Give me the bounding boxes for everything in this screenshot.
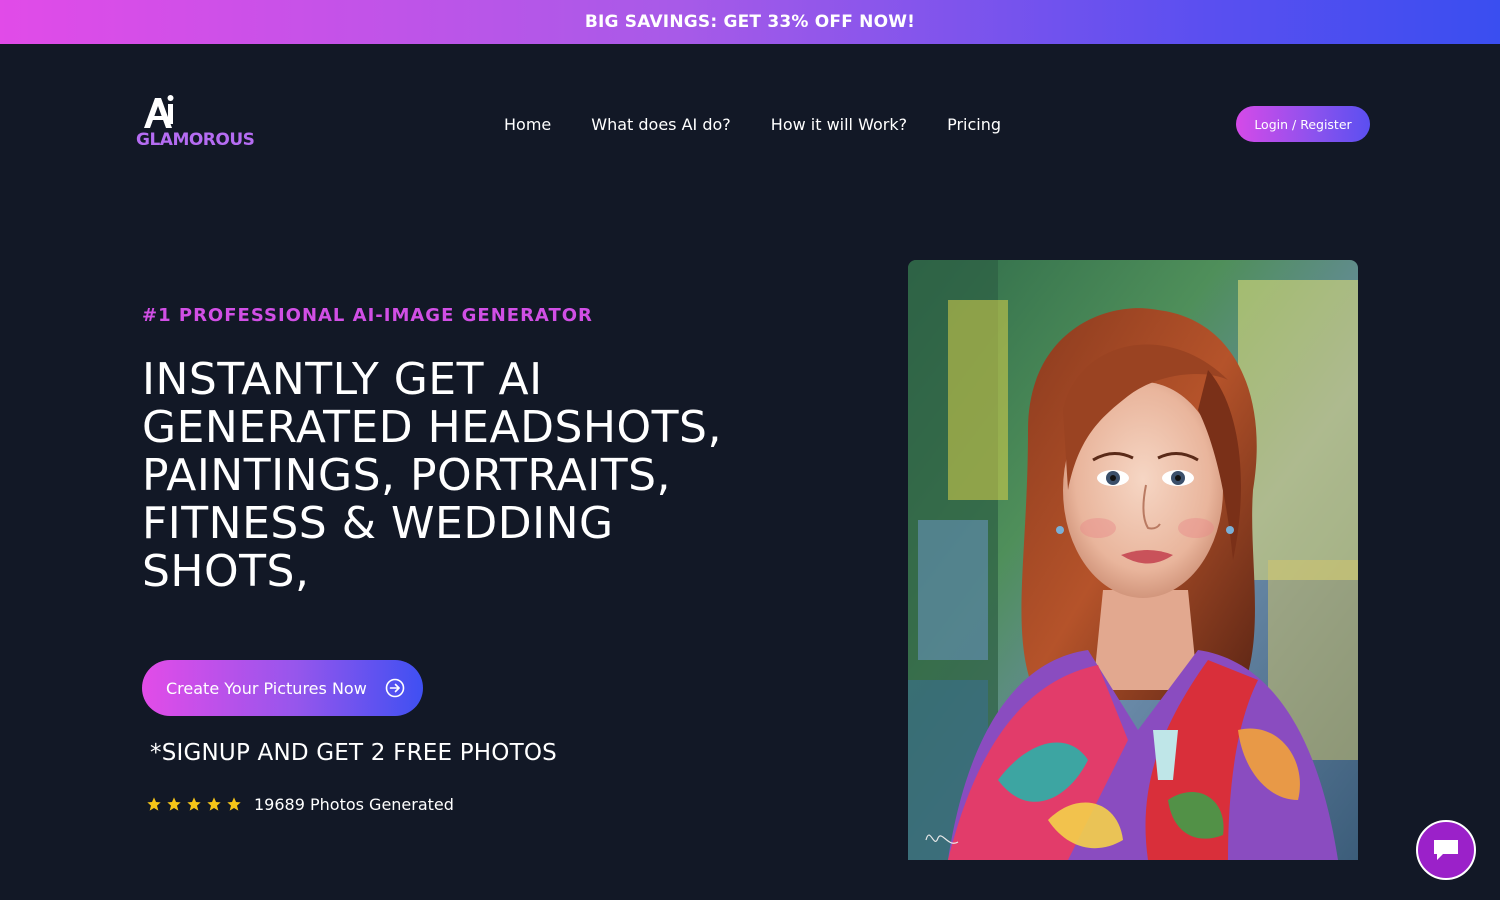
star-rating [146, 796, 242, 812]
star-icon [167, 797, 181, 811]
logo-text: GLAMOROUS [136, 130, 255, 150]
nav-what-does-ai-do[interactable]: What does AI do? [591, 115, 731, 134]
hero-headline: INSTANTLY GET AI GENERATED HEADSHOTS, PA… [142, 354, 722, 597]
portrait-illustration [908, 260, 1358, 860]
rating-row: 19689 Photos Generated [146, 793, 454, 815]
signup-note: *SIGNUP AND GET 2 FREE PHOTOS [150, 740, 557, 766]
promo-banner[interactable]: BIG SAVINGS: GET 33% OFF NOW! [0, 0, 1500, 44]
star-icon [147, 797, 161, 811]
nav-home[interactable]: Home [504, 115, 551, 134]
site-logo[interactable]: GLAMOROUS [136, 94, 256, 152]
promo-text: BIG SAVINGS: GET 33% OFF NOW! [584, 12, 916, 32]
star-icon [207, 797, 221, 811]
nav-pricing[interactable]: Pricing [947, 115, 1001, 134]
hero-eyebrow: #1 PROFESSIONAL AI-IMAGE GENERATOR [142, 305, 593, 326]
star-icon [227, 797, 241, 811]
photos-generated-count: 19689 Photos Generated [254, 794, 454, 814]
arrow-circle-right-icon [385, 678, 405, 698]
nav-how-it-works[interactable]: How it will Work? [771, 115, 907, 134]
create-pictures-button[interactable]: Create Your Pictures Now [142, 660, 423, 716]
main-nav: Home What does AI do? How it will Work? … [504, 112, 1001, 136]
hero-portrait-image [908, 260, 1358, 860]
login-register-button[interactable]: Login / Register [1236, 106, 1370, 142]
cta-label: Create Your Pictures Now [166, 678, 367, 698]
logo-mark-icon [144, 95, 174, 128]
chat-button[interactable] [1416, 820, 1476, 880]
chat-bubble-icon [1434, 840, 1458, 860]
star-icon [187, 797, 201, 811]
